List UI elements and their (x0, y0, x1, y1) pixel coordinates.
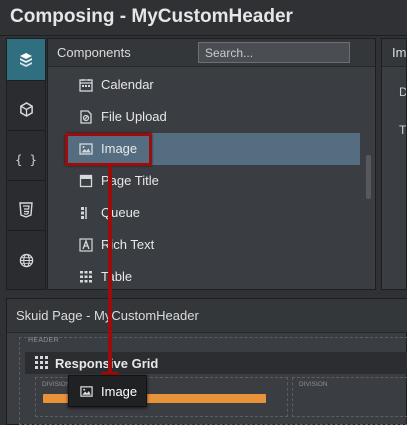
components-panel-header: Components (48, 39, 375, 67)
component-item-table[interactable]: Table (48, 261, 360, 293)
page-canvas-panel: Skuid Page - MyCustomHeader HEADER Respo… (6, 298, 407, 425)
division-label: DIVISION (42, 381, 71, 388)
grid-icon (35, 356, 48, 369)
component-label: Table (101, 269, 133, 284)
component-item-file-upload[interactable]: File Upload (48, 101, 360, 133)
properties-field-label: D (399, 85, 407, 99)
rail-resources-button[interactable] (7, 239, 45, 281)
header-region-label: HEADER (28, 337, 59, 344)
responsive-grid-label: Responsive Grid (55, 356, 159, 371)
page-title-icon (79, 174, 93, 188)
page-canvas-title: Skuid Page - MyCustomHeader (16, 308, 199, 323)
division-label: DIVISION (299, 381, 328, 388)
properties-tab[interactable]: Im (392, 45, 406, 60)
file-upload-icon (80, 110, 92, 124)
page-canvas-header: Skuid Page - MyCustomHeader (7, 299, 407, 333)
rail-models-button[interactable] (7, 89, 45, 131)
component-label: Page Title (101, 173, 159, 188)
properties-field-label: T (399, 123, 407, 137)
cube-stack-icon (20, 52, 32, 67)
rich-text-icon (79, 238, 93, 252)
rail-css-button[interactable] (7, 189, 45, 231)
window-title: Composing - MyCustomHeader (10, 6, 293, 27)
calendar-icon (79, 79, 93, 92)
rail-components-button[interactable] (7, 39, 45, 81)
cube-icon (19, 102, 33, 117)
rail-javascript-button[interactable]: { } (7, 139, 45, 181)
table-icon (80, 271, 92, 283)
globe-icon (19, 253, 33, 267)
css3-icon (19, 201, 33, 218)
properties-panel-header: Im (382, 39, 406, 67)
title-bar: Composing - MyCustomHeader (0, 0, 407, 36)
grid-division[interactable]: DIVISION (292, 377, 407, 417)
component-item-page-title[interactable]: Page Title (48, 165, 360, 197)
component-label: Queue (101, 205, 141, 220)
components-scrollbar[interactable] (366, 155, 371, 199)
component-item-rich-text[interactable]: Rich Text (48, 229, 360, 261)
components-title: Components (57, 45, 131, 60)
image-icon (80, 386, 93, 397)
braces-icon: { } (15, 152, 37, 167)
icon-rail: { } (6, 38, 46, 290)
queue-icon (81, 207, 87, 219)
component-label: File Upload (101, 109, 167, 124)
component-label: Calendar (101, 77, 154, 92)
components-search-input[interactable] (198, 42, 350, 63)
drag-ghost-image: Image (68, 375, 147, 407)
responsive-grid[interactable]: Responsive Grid (25, 352, 407, 374)
component-label: Rich Text (101, 237, 155, 252)
image-highlight-box (65, 133, 152, 166)
component-item-calendar[interactable]: Calendar (48, 69, 360, 101)
properties-panel: Im D T (381, 38, 407, 290)
drag-ghost-label: Image (101, 384, 138, 399)
component-item-queue[interactable]: Queue (48, 197, 360, 229)
